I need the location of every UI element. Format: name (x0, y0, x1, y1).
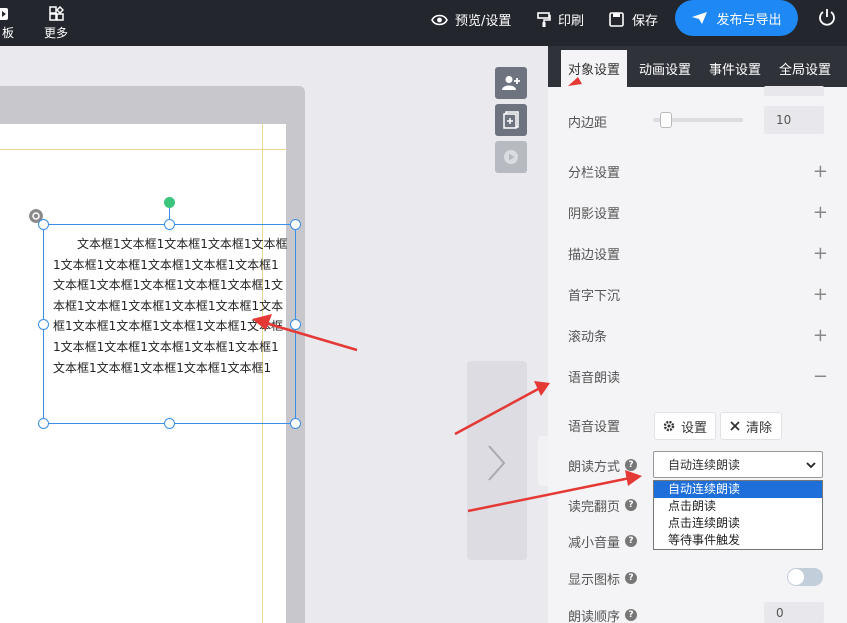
resize-handle-ne[interactable] (290, 219, 301, 230)
template-icon (0, 7, 8, 20)
power-icon[interactable] (818, 8, 836, 26)
help-icon[interactable]: ? (625, 459, 638, 471)
section-voice-reading-label: 语音朗读 (568, 370, 621, 386)
section-drop-cap[interactable]: 首字下沉 + (568, 283, 828, 305)
print-button[interactable]: 印刷 (537, 10, 584, 29)
tab-object-settings[interactable]: 对象设置 (561, 50, 627, 87)
expand-plus-icon: + (812, 242, 828, 264)
voice-settings-button[interactable]: 设置 (654, 412, 716, 440)
section-columns-label: 分栏设置 (568, 165, 621, 181)
section-columns[interactable]: 分栏设置 + (568, 160, 828, 182)
previous-value-box[interactable] (764, 86, 824, 96)
save-button[interactable]: 保存 (609, 10, 658, 29)
play-icon (504, 150, 518, 164)
selected-text-box[interactable]: 文本框1文本框1文本框1文本框1文本框1文本框1文本框1文本框1文本框1文本框1… (43, 224, 296, 424)
tab-event-settings[interactable]: 事件设置 (702, 50, 768, 87)
template-button[interactable]: 板 (0, 0, 16, 46)
resize-handle-n[interactable] (164, 219, 175, 230)
add-page-button[interactable] (495, 104, 527, 136)
add-user-icon (502, 76, 520, 90)
add-page-icon (503, 111, 519, 129)
tab-global-settings[interactable]: 全局设置 (772, 50, 838, 87)
template-label: 板 (1, 25, 14, 40)
turn-page-label: 读完翻页 (568, 499, 621, 515)
read-mode-option[interactable]: 点击朗读 (654, 498, 822, 515)
section-scrollbar[interactable]: 滚动条 + (568, 324, 828, 346)
section-stroke-label: 描边设置 (568, 247, 621, 263)
read-order-input[interactable]: 0 (764, 602, 824, 623)
expand-plus-icon: + (812, 283, 828, 305)
lower-volume-label: 减小音量 (568, 535, 621, 551)
read-mode-option[interactable]: 等待事件触发 (654, 532, 822, 549)
panel-tabs: 对象设置 动画设置 事件设置 全局设置 (548, 46, 847, 87)
help-icon[interactable]: ? (625, 609, 638, 621)
read-mode-option[interactable]: 点击连续朗读 (654, 515, 822, 532)
voice-clear-button[interactable]: 清除 (720, 412, 782, 440)
tab-animation-settings[interactable]: 动画设置 (632, 50, 698, 87)
resize-handle-e[interactable] (290, 319, 301, 330)
section-stroke[interactable]: 描边设置 + (568, 242, 828, 264)
preview-settings-label: 预览/设置 (455, 14, 512, 29)
section-shadow-label: 阴影设置 (568, 206, 621, 222)
resize-handle-se[interactable] (290, 418, 301, 429)
voice-settings-button-label: 设置 (680, 420, 707, 436)
chevron-right-icon (488, 445, 506, 481)
help-icon[interactable]: ? (625, 572, 638, 584)
text-box-content: 文本框1文本框1文本框1文本框1文本框1文本框1文本框1文本框1文本框1文本框1… (53, 237, 288, 375)
show-icon-toggle-knob (788, 569, 804, 585)
expand-plus-icon: + (812, 160, 828, 182)
more-button[interactable]: 更多 (42, 0, 70, 46)
next-page-button[interactable] (467, 361, 527, 560)
more-icon (49, 5, 64, 21)
add-user-button[interactable] (495, 67, 527, 99)
eye-icon (431, 14, 448, 25)
padding-label: 内边距 (568, 115, 608, 131)
print-label: 印刷 (558, 14, 585, 29)
resize-handle-w[interactable] (38, 319, 49, 330)
preview-settings-button[interactable]: 预览/设置 (431, 10, 511, 29)
play-button[interactable] (495, 141, 527, 173)
read-order-label: 朗读顺序 (568, 609, 621, 623)
top-toolbar: 板 更多 预览/设置 印刷 保存 发布与导出 (0, 0, 847, 46)
section-voice-reading[interactable]: 语音朗读 − (568, 365, 828, 387)
read-mode-label: 朗读方式 (568, 459, 621, 475)
save-icon (609, 12, 624, 27)
voice-settings-label: 语音设置 (568, 419, 621, 435)
save-label: 保存 (632, 14, 659, 29)
section-shadow[interactable]: 阴影设置 + (568, 201, 828, 223)
show-icon-label: 显示图标 (568, 572, 621, 588)
padding-slider-thumb[interactable] (660, 112, 672, 128)
resize-handle-s[interactable] (164, 418, 175, 429)
publish-export-label: 发布与导出 (716, 12, 782, 28)
section-scrollbar-label: 滚动条 (568, 329, 608, 345)
close-icon (730, 421, 740, 431)
collapse-minus-icon: − (812, 365, 828, 387)
resize-handle-sw[interactable] (38, 418, 49, 429)
read-mode-select[interactable]: 自动连续朗读 (653, 451, 823, 478)
guide-line-horizontal (0, 149, 286, 150)
help-icon[interactable]: ? (625, 499, 638, 511)
section-drop-cap-label: 首字下沉 (568, 288, 621, 304)
rotate-handle[interactable] (164, 197, 175, 208)
more-label: 更多 (43, 25, 68, 40)
publish-export-button[interactable]: 发布与导出 (675, 0, 798, 36)
panel-collapse-handle[interactable] (538, 436, 548, 486)
paint-roller-icon (537, 11, 551, 27)
expand-plus-icon: + (812, 324, 828, 346)
chevron-down-icon (806, 462, 816, 469)
gear-icon (663, 420, 675, 432)
read-mode-selected-value: 自动连续朗读 (668, 458, 741, 472)
resize-handle-nw[interactable] (38, 219, 49, 230)
send-icon (692, 12, 708, 24)
read-mode-dropdown: 自动连续朗读 点击朗读 点击连续朗读 等待事件触发 (653, 480, 823, 550)
canvas-side-tools (495, 67, 527, 178)
voice-clear-button-label: 清除 (745, 420, 772, 436)
show-icon-toggle[interactable] (787, 568, 823, 586)
padding-value-input[interactable]: 10 (764, 106, 824, 134)
help-icon[interactable]: ? (625, 535, 638, 547)
read-mode-option[interactable]: 自动连续朗读 (654, 481, 822, 498)
expand-plus-icon: + (812, 201, 828, 223)
